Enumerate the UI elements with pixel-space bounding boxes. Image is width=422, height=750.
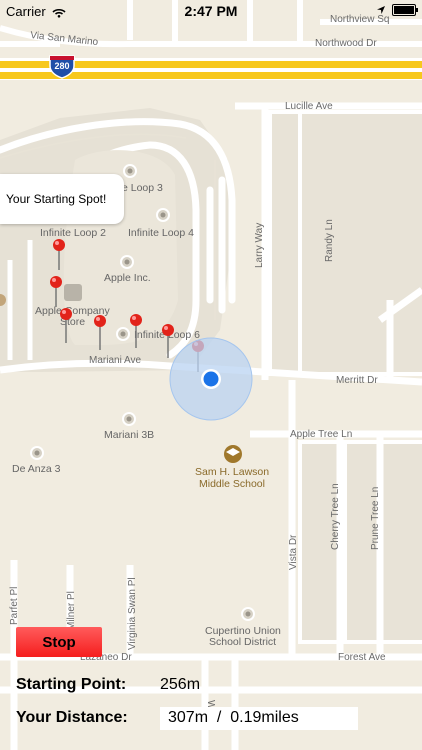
- place-label: Infinite Loop 4: [128, 227, 194, 239]
- street-label: Lucille Ave: [285, 101, 333, 112]
- street-label: Parfet Pl: [9, 587, 20, 625]
- store-icon[interactable]: [64, 284, 82, 301]
- distance-label: Your Distance:: [16, 709, 128, 726]
- place-label: e Loop 3: [122, 182, 163, 194]
- place-label: Infinite Loop 2: [40, 227, 106, 239]
- street-label: Northwood Dr: [315, 38, 377, 49]
- street-label: Forest Ave: [338, 652, 386, 663]
- street-label: Prune Tree Ln: [370, 487, 381, 550]
- starting-point-label: Starting Point:: [16, 676, 127, 693]
- street-label: Mariani Ave: [89, 355, 142, 366]
- clock: 2:47 PM: [184, 3, 238, 19]
- place-label: Mariani 3B: [104, 429, 154, 441]
- place-label: School District: [209, 636, 276, 648]
- status-bar: Carrier 2:47 PM: [0, 0, 422, 22]
- distance-value: 307m / 0.19miles: [160, 707, 358, 730]
- place-label: Middle School: [199, 478, 265, 490]
- street-label: Milner Pl: [66, 591, 77, 630]
- place-label: Apple Inc.: [104, 272, 151, 284]
- street-label: Randy Ln: [324, 219, 335, 262]
- street-label: Larry Way: [254, 223, 265, 268]
- callout-text: Your Starting Spot!: [6, 192, 107, 206]
- street-label: Cherry Tree Ln: [330, 483, 341, 550]
- highway-shield-label: 280: [54, 61, 69, 71]
- starting-spot-callout[interactable]: Your Starting Spot!: [0, 174, 124, 224]
- battery-icon: [392, 4, 418, 16]
- location-arrow-icon: [377, 6, 385, 14]
- stop-button[interactable]: Stop: [16, 627, 102, 657]
- starting-point-value: 256m: [160, 676, 201, 693]
- place-label: De Anza 3: [12, 463, 61, 475]
- street-label: Apple Tree Ln: [290, 429, 352, 440]
- street-label: Virginia Swan Pl: [127, 577, 138, 650]
- stop-button-label: Stop: [42, 633, 76, 651]
- starting-point-row: Starting Point: 256m: [16, 676, 200, 694]
- school-icon[interactable]: [224, 445, 242, 463]
- street-label: Merritt Dr: [336, 375, 378, 386]
- place-label: Sam H. Lawson: [195, 466, 269, 478]
- street-label: Vista Dr: [288, 534, 299, 570]
- distance-row: Your Distance: 307m / 0.19miles: [16, 707, 358, 730]
